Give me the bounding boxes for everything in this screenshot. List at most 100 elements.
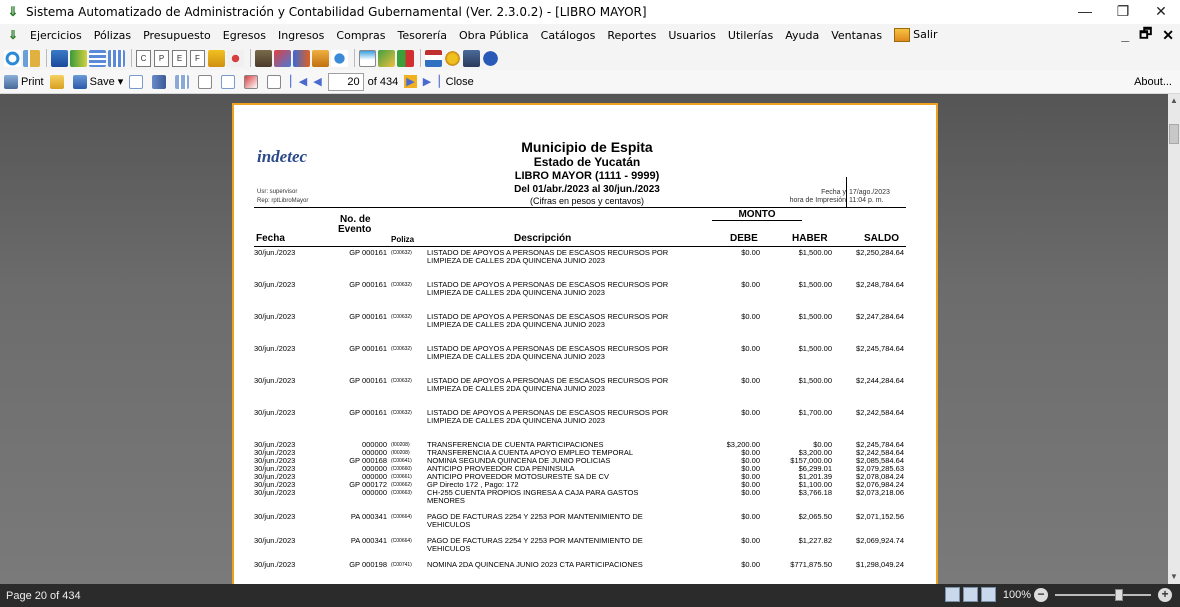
print-button[interactable]: Print <box>4 74 44 89</box>
mdi-minimize-button[interactable]: _ <box>1121 27 1129 43</box>
restore-button[interactable]: ❐ <box>1104 0 1142 24</box>
menu-tesoreria[interactable]: Tesorería <box>392 29 453 42</box>
first-page-button[interactable]: ▏◀ <box>290 75 307 88</box>
scroll-down-icon[interactable]: ▼ <box>1168 570 1180 584</box>
next-page-icon: ▶ <box>404 75 417 88</box>
menu-polizas[interactable]: Pólizas <box>88 29 137 42</box>
cell-poliza: (C00664) <box>391 514 412 520</box>
window-title: Sistema Automatizado de Administración y… <box>26 5 647 19</box>
org-chart-icon[interactable] <box>425 49 442 67</box>
mdi-child-icon[interactable]: ⇓ <box>6 28 20 42</box>
menu-ayuda[interactable]: Ayuda <box>779 29 825 42</box>
menu-obra-publica[interactable]: Obra Pública <box>453 29 535 42</box>
cell-poliza: (C00660) <box>391 466 412 472</box>
menu-compras[interactable]: Compras <box>330 29 391 42</box>
about-button[interactable]: About... <box>1134 70 1172 94</box>
open-button[interactable] <box>49 74 67 89</box>
multi-page-icon[interactable] <box>980 587 996 602</box>
mdi-close-button[interactable]: ✕ <box>1162 27 1174 44</box>
table-icon[interactable] <box>89 49 106 67</box>
doc-e-icon[interactable]: E <box>172 49 187 67</box>
scroll-up-icon[interactable]: ▲ <box>1168 94 1180 108</box>
lock-icon[interactable] <box>444 49 461 67</box>
report-chart-icon[interactable] <box>23 49 40 67</box>
thumbnails-button[interactable] <box>175 74 192 89</box>
menu-presupuesto[interactable]: Presupuesto <box>137 29 217 42</box>
menu-catalogos[interactable]: Catálogos <box>535 29 602 42</box>
app-toolbar: C P E F <box>0 46 1180 70</box>
page-count: of 434 <box>367 75 399 88</box>
find-button[interactable] <box>152 74 169 89</box>
report-viewport[interactable]: indetec Municipio de Espita Estado de Yu… <box>0 94 1168 584</box>
menu-utilerias[interactable]: Utilerías <box>722 29 779 42</box>
monto-rule <box>712 220 802 221</box>
close-button[interactable]: ✕ <box>1142 0 1180 24</box>
menu-ventanas[interactable]: Ventanas <box>825 29 888 42</box>
truck-icon[interactable] <box>293 49 310 67</box>
report-page: indetec Municipio de Espita Estado de Yu… <box>232 103 938 584</box>
doc-c-icon[interactable]: C <box>136 49 151 67</box>
menu-salir[interactable]: Salir <box>888 28 943 42</box>
menu-reportes[interactable]: Reportes <box>601 29 662 42</box>
cell-poliza: (C00661) <box>391 474 412 480</box>
table-row: 30/jun./2023 GP 000168 (C00641) NOMINA SEGU… <box>234 457 940 465</box>
menu-salir-label: Salir <box>913 28 938 41</box>
minimize-button[interactable]: — <box>1066 0 1104 24</box>
mdi-controls: _ 🗗 ✕ <box>1121 24 1174 46</box>
cell-poliza: (C00632) <box>391 346 412 352</box>
grid-icon[interactable] <box>108 49 125 67</box>
users-icon[interactable] <box>331 49 348 67</box>
calendar-icon[interactable] <box>359 49 376 67</box>
stack-icon[interactable] <box>51 49 68 67</box>
window-titlebar: ⇓ Sistema Automatizado de Administración… <box>0 0 1180 24</box>
help-icon[interactable] <box>482 49 499 67</box>
print-label: Print <box>21 75 44 88</box>
cell-fecha: 30/jun./2023 <box>254 536 296 545</box>
menu-ejercicios[interactable]: Ejercicios <box>24 29 88 42</box>
copy-button[interactable] <box>221 74 238 89</box>
folder-icon <box>49 74 64 89</box>
menu-usuarios[interactable]: Usuarios <box>662 29 722 42</box>
zoom-controls: 100% − + <box>944 587 1172 602</box>
clipboard-icon[interactable] <box>255 49 272 67</box>
two-page-icon[interactable] <box>962 587 978 602</box>
edit-icon[interactable] <box>274 49 291 67</box>
calculator-icon[interactable] <box>463 49 480 67</box>
menu-ingresos[interactable]: Ingresos <box>272 29 330 42</box>
save-button[interactable]: Save ▾ <box>72 74 123 89</box>
next-page-button[interactable]: ▶ <box>404 75 417 88</box>
tools-icon[interactable] <box>378 49 395 67</box>
vertical-scrollbar[interactable]: ▲ ▼ <box>1168 94 1180 584</box>
doc-p-icon[interactable]: P <box>154 49 169 67</box>
doc-f-icon[interactable]: F <box>190 49 205 67</box>
table-row: 30/jun./2023 PA 000341 (C00664) PAGO DE FAC… <box>234 537 940 561</box>
mdi-restore-button[interactable]: 🗗 <box>1139 23 1152 47</box>
scroll-thumb[interactable] <box>1169 124 1179 144</box>
refresh-icon[interactable] <box>4 49 21 67</box>
page-number-input[interactable] <box>327 72 364 91</box>
export-button[interactable] <box>244 74 261 89</box>
paint-icon[interactable] <box>227 49 244 67</box>
cell-debe: $0.00 <box>741 280 760 289</box>
single-page-icon[interactable] <box>944 587 960 602</box>
cell-evento: GP 000161 <box>349 248 387 257</box>
last-page-button[interactable]: ▶▕ <box>423 75 440 88</box>
menu-egresos[interactable]: Egresos <box>217 29 272 42</box>
zoom-out-button[interactable]: − <box>1034 587 1048 602</box>
cell-descripcion: LISTADO DE APOYOS A PERSONAS DE ESCASOS … <box>427 344 669 361</box>
pay-icon[interactable] <box>208 49 225 67</box>
page-setup-button[interactable] <box>198 74 215 89</box>
zoom-slider-knob[interactable] <box>1115 588 1123 601</box>
shield-icon[interactable] <box>397 49 414 67</box>
zoom-in-button[interactable]: + <box>1158 587 1172 602</box>
close-report-button[interactable]: Close <box>446 76 474 88</box>
prev-page-button[interactable]: ◀ <box>313 75 321 88</box>
zoom-slider[interactable] <box>1055 588 1151 601</box>
save-icon <box>72 74 87 89</box>
layout-button[interactable] <box>267 74 284 89</box>
report-libro: LIBRO MAYOR (1111 - 9999) <box>514 170 660 182</box>
transfer-icon[interactable] <box>70 49 87 67</box>
email-button[interactable] <box>129 74 146 89</box>
box-icon[interactable] <box>312 49 329 67</box>
columns-rule <box>254 246 906 247</box>
